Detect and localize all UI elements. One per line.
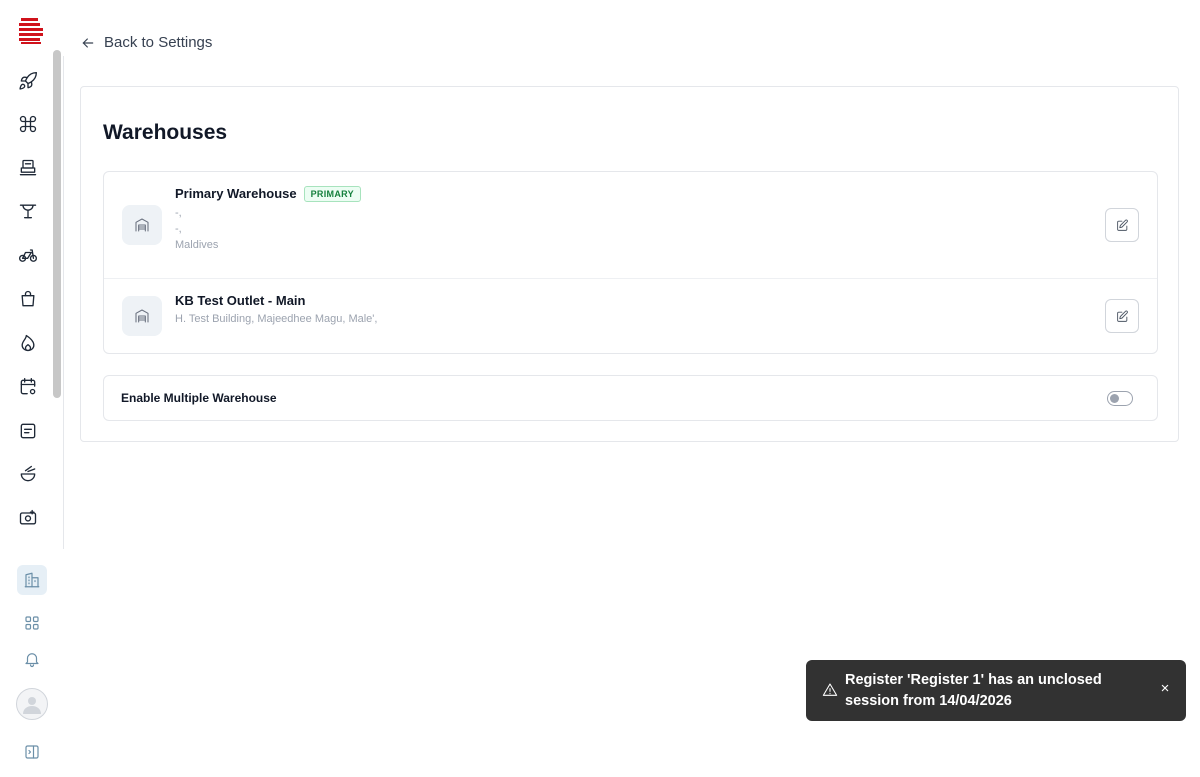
multiple-warehouse-toggle[interactable] xyxy=(1107,391,1133,406)
toggle-knob xyxy=(1110,394,1119,403)
bicycle-icon[interactable] xyxy=(16,243,40,267)
edit-icon xyxy=(1116,219,1128,231)
warehouse-address: -, -, Maldives xyxy=(175,205,218,253)
bag-icon[interactable] xyxy=(16,287,40,311)
session-warning-toast: Register 'Register 1' has an unclosed se… xyxy=(806,660,1186,721)
address-line: Maldives xyxy=(175,239,219,251)
apps-grid-icon[interactable] xyxy=(17,608,47,638)
warehouse-row: Primary Warehouse PRIMARY -, -, Maldives xyxy=(104,172,1157,279)
warehouse-list: Primary Warehouse PRIMARY -, -, Maldives … xyxy=(103,171,1158,354)
toast-message: Register 'Register 1' has an unclosed se… xyxy=(845,672,1102,709)
sidebar-scrollbar[interactable] xyxy=(53,50,61,398)
back-link-label: Back to Settings xyxy=(104,34,213,51)
command-icon[interactable] xyxy=(16,112,40,136)
flame-icon[interactable] xyxy=(16,331,40,355)
brand-logo[interactable] xyxy=(18,17,44,45)
warehouse-icon xyxy=(122,205,162,245)
warehouse-address: H. Test Building, Majeedhee Magu, Male', xyxy=(175,311,377,327)
edit-warehouse-button[interactable] xyxy=(1105,208,1139,242)
register-icon[interactable] xyxy=(16,156,40,180)
address-line: -, xyxy=(175,207,182,219)
primary-badge: PRIMARY xyxy=(303,186,361,202)
food-bowl-icon[interactable] xyxy=(16,462,40,486)
multiple-warehouse-setting: Enable Multiple Warehouse xyxy=(103,375,1158,421)
sidebar-toggle-icon[interactable] xyxy=(17,737,47,767)
page-title: Warehouses xyxy=(103,121,228,144)
warehouse-name-text: Primary Warehouse xyxy=(175,186,297,201)
rocket-icon[interactable] xyxy=(16,69,40,93)
bell-icon[interactable] xyxy=(17,644,47,674)
warehouses-card: Warehouses Primary Warehouse PRIMARY -, -… xyxy=(80,86,1179,442)
building-icon[interactable] xyxy=(17,565,47,595)
back-to-settings-link[interactable]: Back to Settings xyxy=(80,34,212,51)
sidebar xyxy=(0,0,64,777)
address-line: -, xyxy=(175,223,182,235)
warehouse-row: KB Test Outlet - Main H. Test Building, … xyxy=(104,279,1157,354)
warehouse-name: KB Test Outlet - Main xyxy=(175,293,306,308)
camera-plus-icon[interactable] xyxy=(16,506,40,530)
table-icon[interactable] xyxy=(16,199,40,223)
warehouse-icon xyxy=(122,296,162,336)
warehouse-name: Primary Warehouse PRIMARY xyxy=(175,186,361,202)
edit-warehouse-button[interactable] xyxy=(1105,299,1139,333)
user-avatar[interactable] xyxy=(16,688,48,720)
multiple-warehouse-label: Enable Multiple Warehouse xyxy=(121,391,277,405)
toast-close-button[interactable]: × xyxy=(1158,681,1172,696)
warning-triangle-icon xyxy=(822,682,838,698)
arrow-left-icon xyxy=(82,37,94,48)
edit-icon xyxy=(1116,310,1128,322)
receipt-icon[interactable] xyxy=(16,419,40,443)
address-line: H. Test Building, Majeedhee Magu, Male', xyxy=(175,313,378,325)
calendar-settings-icon[interactable] xyxy=(16,375,40,399)
